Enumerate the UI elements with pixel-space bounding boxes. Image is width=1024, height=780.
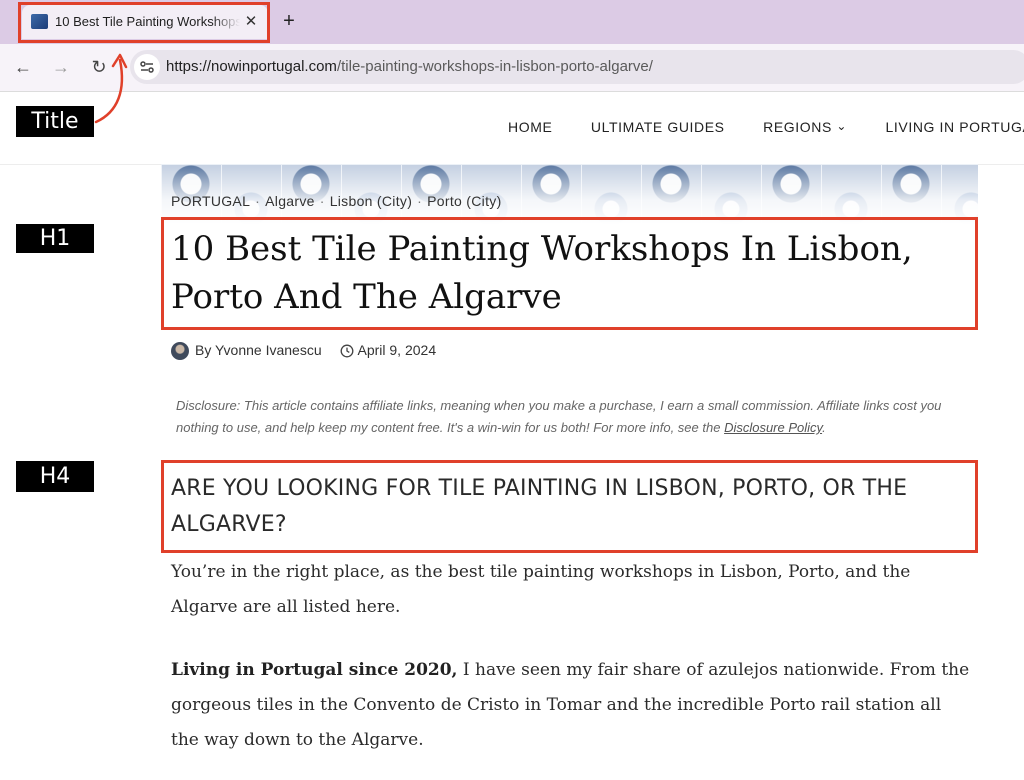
breadcrumb-separator: · <box>417 193 423 209</box>
site-header: HOME ULTIMATE GUIDES REGIONS ⌄ LIVING IN… <box>0 92 1024 165</box>
h1-label-tag: H1 <box>16 224 94 253</box>
url-domain: https://nowinportugal.com <box>166 58 337 75</box>
browser-toolbar: ← → ↻ https://nowinportugal.com/tile-pai… <box>0 44 1024 92</box>
author-link[interactable]: By Yvonne Ivanescu <box>195 342 322 358</box>
url-path: /tile-painting-workshops-in-lisbon-porto… <box>336 58 653 75</box>
breadcrumb-separator: · <box>255 193 261 209</box>
title-label-tag: Title <box>16 106 94 137</box>
disclosure-policy-link[interactable]: Disclosure Policy <box>724 420 822 435</box>
address-bar[interactable]: https://nowinportugal.com/tile-painting-… <box>130 50 1024 84</box>
breadcrumb-portugal[interactable]: PORTUGAL <box>171 193 250 209</box>
disclosure-text: Disclosure: This article contains affili… <box>176 398 942 435</box>
h4-label-tag: H4 <box>16 461 94 492</box>
annotation-arrow-icon <box>94 53 128 124</box>
site-favicon-icon <box>31 14 48 29</box>
nav-item-ultimate-guides[interactable]: ULTIMATE GUIDES <box>591 119 725 135</box>
forward-button[interactable]: → <box>48 55 74 79</box>
affiliate-disclosure: Disclosure: This article contains affili… <box>176 395 976 439</box>
clock-icon <box>340 344 353 358</box>
page-title: 10 Best Tile Painting Workshops In Lisbo… <box>171 229 913 317</box>
breadcrumb-separator: · <box>319 193 325 209</box>
nav-item-regions-label: REGIONS <box>763 119 832 135</box>
section-heading: ARE YOU LOOKING FOR TILE PAINTING IN LIS… <box>171 476 908 537</box>
author-avatar <box>171 342 189 361</box>
new-tab-button[interactable]: + <box>279 10 299 32</box>
chevron-down-icon: ⌄ <box>836 119 848 133</box>
breadcrumb-lisbon[interactable]: Lisbon (City) <box>330 193 412 209</box>
close-tab-icon[interactable]: ✕ <box>242 13 260 31</box>
post-date: April 9, 2024 <box>357 342 437 358</box>
disclosure-end: . <box>822 420 826 435</box>
nav-item-home[interactable]: HOME <box>508 119 552 135</box>
nav-item-living-in-portugal[interactable]: LIVING IN PORTUGAL <box>886 119 1024 135</box>
back-button[interactable]: ← <box>10 55 36 79</box>
browser-tab[interactable]: 10 Best Tile Painting Workshops In Lisbo… <box>22 5 268 39</box>
nav-item-regions[interactable]: REGIONS ⌄ <box>763 119 847 135</box>
breadcrumb-porto[interactable]: Porto (City) <box>427 193 501 209</box>
browser-tab-bar: 10 Best Tile Painting Workshops In Lisbo… <box>0 0 1024 44</box>
body-paragraph: Living in Portugal since 2020, I have se… <box>171 653 971 758</box>
intro-paragraph: You’re in the right place, as the best t… <box>171 562 911 617</box>
breadcrumb: PORTUGAL · Algarve · Lisbon (City) · Porto (Ci… <box>171 193 502 209</box>
tab-title: 10 Best Tile Painting Workshops In Lisbo… <box>55 14 240 29</box>
url-text: https://nowinportugal.com/tile-painting-… <box>166 58 653 75</box>
body-paragraph-bold: Living in Portugal since 2020, <box>171 660 458 680</box>
main-nav: HOME ULTIMATE GUIDES REGIONS ⌄ LIVING IN… <box>508 119 1024 135</box>
post-meta: By Yvonne Ivanescu April 9, 2024 <box>171 342 437 361</box>
breadcrumb-algarve[interactable]: Algarve <box>265 193 315 209</box>
